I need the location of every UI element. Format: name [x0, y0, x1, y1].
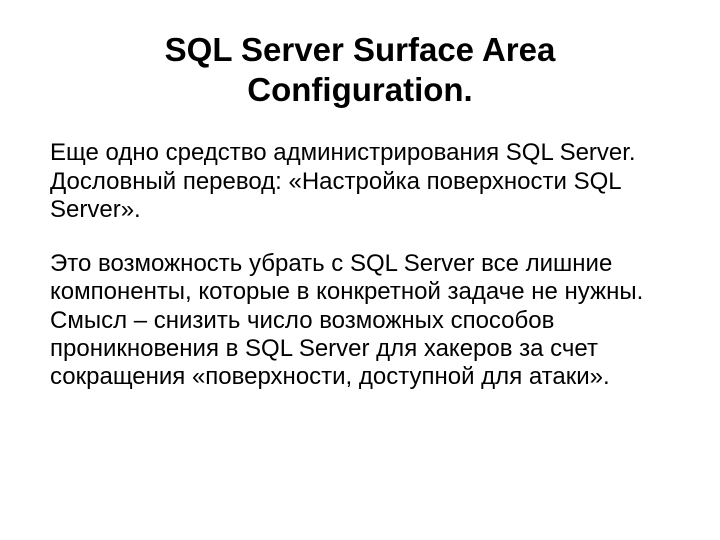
- slide-title: SQL Server Surface Area Configuration.: [50, 30, 670, 109]
- paragraph-1: Еще одно средство администрирования SQL …: [50, 139, 670, 224]
- slide-container: SQL Server Surface Area Configuration. Е…: [0, 0, 720, 540]
- paragraph-2: Это возможность убрать с SQL Server все …: [50, 250, 670, 392]
